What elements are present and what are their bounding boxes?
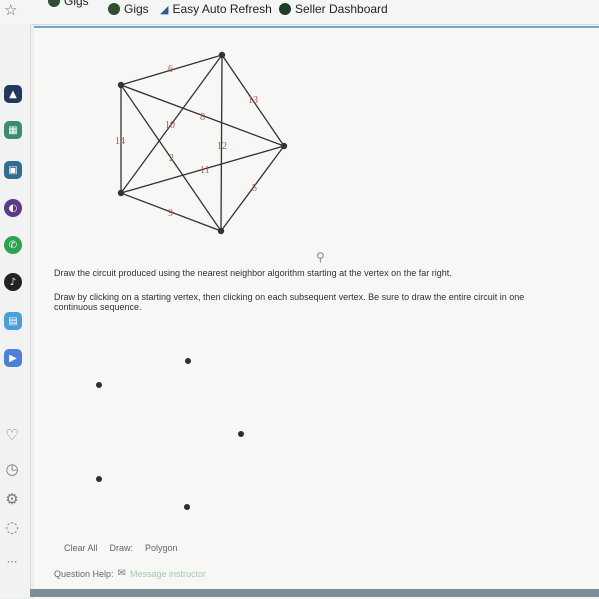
edge-weight: 6	[168, 64, 173, 75]
edge-weight: 5	[252, 183, 257, 194]
bookmark-gigs-1[interactable]: Gigs	[48, 0, 89, 8]
question-instructions: Draw by clicking on a starting vertex, t…	[54, 292, 525, 312]
app-icon[interactable]: ▲	[4, 85, 22, 103]
app-icon[interactable]: ▶	[4, 349, 22, 367]
search-icon[interactable]: ⚲	[316, 250, 325, 264]
drawing-vertex[interactable]	[238, 431, 244, 437]
question-prompt: Draw the circuit produced using the near…	[54, 268, 452, 278]
bookmark-label: Seller Dashboard	[295, 2, 388, 16]
message-instructor-link[interactable]: Message instructor	[130, 569, 206, 579]
app-icon[interactable]: ◐	[4, 199, 22, 217]
question-panel: 6 13 10 8 14 12 2 11 5 9 ⚲ Draw the circ…	[34, 26, 599, 599]
bookmark-seller-dashboard[interactable]: Seller Dashboard	[279, 2, 388, 16]
gigs-icon	[48, 0, 60, 7]
draw-label: Draw:	[109, 543, 134, 553]
app-icon[interactable]: ▦	[4, 121, 22, 139]
bookmarks-bar: ☆ Gigs Gigs ◢ Easy Auto Refresh Seller D…	[0, 0, 599, 25]
whatsapp-icon[interactable]: ✆	[4, 236, 22, 254]
drawing-vertex[interactable]	[185, 358, 191, 364]
more-icon[interactable]: ⋯	[3, 552, 21, 570]
gigs-icon	[108, 3, 120, 15]
edge-weight: 2	[169, 153, 174, 164]
bookmark-gigs-2[interactable]: Gigs	[108, 2, 149, 16]
bookmark-label: Easy Auto Refresh	[172, 2, 272, 16]
graph-vertex	[217, 227, 225, 235]
gear-icon[interactable]: ⚙	[3, 490, 21, 508]
drawing-controls: Clear All Draw: Polygon	[64, 543, 178, 553]
polygon-tool-button[interactable]: Polygon	[145, 543, 178, 553]
graph-vertex	[117, 81, 125, 89]
edge-weight: 11	[200, 165, 210, 176]
drawing-vertex[interactable]	[96, 382, 102, 388]
edge-weight: 13	[248, 95, 258, 106]
drawing-vertex[interactable]	[96, 476, 102, 482]
question-help: Question Help: ✉ Message instructor	[54, 568, 206, 579]
star-icon[interactable]: ☆	[4, 1, 17, 19]
app-icon[interactable]: ▤	[4, 312, 22, 330]
edge-weight: 12	[217, 141, 227, 152]
edge-weight: 10	[165, 120, 175, 131]
bookmark-label: Gigs	[64, 0, 89, 8]
bookmark-label: Gigs	[124, 2, 149, 16]
graph-vertex	[218, 51, 226, 59]
drawing-vertex[interactable]	[184, 504, 190, 510]
heart-icon[interactable]: ♡	[3, 426, 21, 444]
bottom-bar	[30, 589, 599, 597]
edge-weight: 8	[200, 112, 205, 123]
refresh-icon: ◢	[160, 3, 169, 16]
graph-vertex	[280, 142, 288, 150]
edge-weight: 9	[168, 208, 173, 219]
lightbulb-icon[interactable]: ◌	[3, 518, 21, 536]
bookmark-easy-auto-refresh[interactable]: ◢ Easy Auto Refresh	[160, 2, 272, 16]
tiktok-icon[interactable]: ♪	[4, 273, 22, 291]
fiverr-icon	[279, 3, 291, 15]
edge-weight: 14	[115, 136, 125, 147]
clear-all-button[interactable]: Clear All	[64, 543, 98, 553]
mail-icon: ✉	[117, 568, 126, 579]
weighted-graph: 6 13 10 8 14 12 2 11 5 9	[115, 51, 288, 235]
history-icon[interactable]: ◷	[3, 460, 21, 478]
sidebar: ▲ ▦ ▣ ◐ ✆ ♪ ▤ ▶ ♡ ◷ ⚙ ◌ ⋯	[0, 24, 31, 597]
graph-vertex	[117, 189, 125, 197]
question-help-label: Question Help:	[54, 568, 114, 579]
app-icon[interactable]: ▣	[4, 161, 22, 179]
